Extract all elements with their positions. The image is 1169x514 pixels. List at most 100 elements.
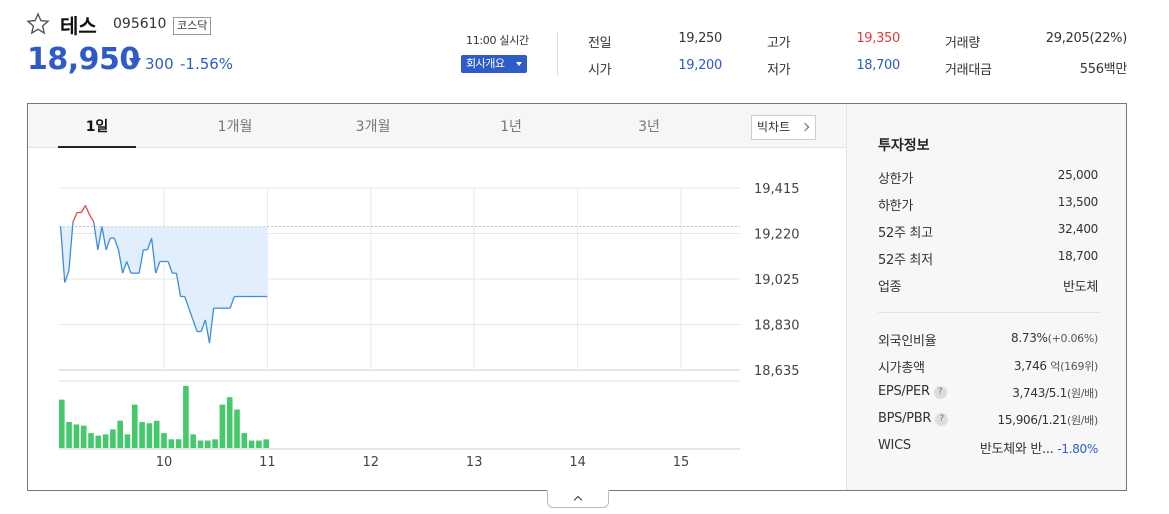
x-tick-label: 13 (466, 455, 483, 470)
y-tick-label: 19,025 (754, 273, 800, 288)
volume-bar (212, 439, 218, 448)
stock-name: 테스 (60, 14, 97, 38)
eps-per-text: EPS/PER (878, 384, 930, 399)
price-change-percent: -1.56% (180, 55, 234, 73)
y-axis-labels: 19,415 19,220 19,025 18,830 18,635 (754, 182, 800, 379)
period-tabs: 1일 1개월 3개월 1년 3년 빅차트 (28, 104, 846, 148)
tab-1month[interactable]: 1개월 (196, 116, 274, 136)
52w-low-value: 18,700 (1057, 249, 1099, 263)
prev-close-label: 전일 (588, 36, 612, 51)
volume-bar (153, 420, 160, 448)
price-line-segment (72, 212, 78, 223)
industry-label: 업종 (878, 280, 902, 295)
volume-bar (234, 409, 240, 448)
volume-bar (241, 433, 248, 448)
help-icon[interactable]: ? (933, 386, 947, 399)
52w-high-label: 52주 최고 (878, 226, 933, 241)
low-value: 18,700 (856, 58, 900, 73)
y-tick-label: 18,635 (754, 364, 800, 379)
market-cap-number: 3,746 (1013, 359, 1047, 373)
x-tick-label: 10 (156, 455, 173, 470)
volume-bar (248, 440, 255, 448)
volume-bar (102, 434, 109, 448)
wics-value: 반도체와 반... -1.80% (980, 438, 1098, 457)
foreign-ratio-value: 8.73%(+0.06%) (1011, 331, 1098, 345)
price-change: 300 (145, 55, 174, 73)
foreign-ratio-label: 외국인비율 (878, 334, 937, 349)
y-tick-label: 19,220 (754, 228, 800, 243)
x-tick-label: 14 (569, 455, 586, 470)
market-badge: 코스닥 (173, 17, 212, 35)
volume-bar (66, 421, 72, 448)
volume-bar (110, 429, 116, 448)
investment-info-title: 투자정보 (878, 138, 930, 154)
volume-bar (175, 439, 182, 448)
volume-bar (205, 440, 211, 448)
industry-value: 반도체 (1063, 280, 1098, 295)
bps-pbr-unit: (원/배) (1066, 414, 1098, 427)
star-icon[interactable] (26, 12, 50, 36)
big-chart-label: 빅차트 (757, 120, 791, 134)
bps-pbr-value: 15,906/1.21(원/배) (998, 412, 1099, 428)
caret-down-icon (516, 62, 522, 66)
down-arrow-icon (129, 58, 141, 68)
wics-label: WICS (878, 438, 911, 453)
volume-bar (219, 404, 226, 448)
high-label: 고가 (767, 36, 791, 51)
volume-bar (256, 440, 262, 448)
volume-bar (168, 439, 175, 448)
big-chart-button[interactable]: 빅차트 (751, 115, 816, 140)
volume-bar (95, 435, 102, 448)
tab-3year[interactable]: 3년 (610, 116, 688, 136)
chevron-up-icon (573, 495, 583, 505)
amount-label: 거래대금 (945, 63, 992, 78)
chart-panel: 1일 1개월 3개월 1년 3년 빅차트 19,415 19,220 19,025 1… (27, 103, 1127, 491)
wics-sector[interactable]: 반도체와 반... (980, 442, 1054, 457)
open-label: 시가 (588, 63, 612, 78)
tab-1year[interactable]: 1년 (472, 116, 550, 136)
foreign-ratio-number: 8.73% (1011, 331, 1048, 345)
52w-high-value: 32,400 (1057, 222, 1099, 236)
collapse-button[interactable] (547, 490, 609, 508)
company-overview-button[interactable]: 회사개요 (461, 55, 527, 73)
price-chart[interactable]: 19,41519,22019,02518,83018,635 10 11 12 13 1… (28, 148, 846, 490)
market-cap-value: 3,746 억(169위) (1014, 358, 1098, 374)
amount-value: 556백만 (1079, 62, 1128, 77)
x-tick-label: 12 (363, 455, 380, 470)
upper-limit-label: 상한가 (878, 172, 913, 187)
volume-label: 거래량 (945, 36, 980, 51)
help-icon[interactable]: ? (935, 413, 949, 426)
price-line-segment (88, 214, 95, 223)
volume-bar (124, 434, 131, 448)
eps-per-number: 3,743/5.1 (1012, 386, 1067, 400)
volume-bar (139, 421, 145, 448)
52w-low-label: 52주 최저 (878, 253, 933, 268)
x-tick-label: 15 (673, 455, 690, 470)
volume-bar (161, 433, 167, 448)
eps-per-unit: (원/배) (1066, 387, 1098, 400)
tab-3month[interactable]: 3개월 (334, 116, 412, 136)
volume-value: 29,205(22%) (1045, 31, 1128, 46)
lower-limit-value: 13,500 (1057, 195, 1099, 209)
volume-bar (73, 424, 80, 448)
high-value: 19,350 (856, 31, 900, 46)
volume-bar (132, 404, 138, 448)
market-cap-label: 시가총액 (878, 361, 925, 376)
divider (557, 32, 558, 76)
realtime-label: 11:00 실시간 (466, 34, 529, 47)
eps-per-value: 3,743/5.1(원/배) (1012, 385, 1098, 401)
chevron-right-icon (800, 122, 810, 132)
tab-1day[interactable]: 1일 (58, 116, 136, 136)
stock-code: 095610 (113, 16, 167, 32)
volume-bar (263, 439, 269, 448)
volume-bar (88, 433, 94, 448)
price-line-segment (80, 205, 86, 213)
y-tick-label: 18,830 (754, 319, 800, 334)
investment-info-panel: 투자정보 상한가 25,000 하한가 13,500 52주 최고 32,400… (846, 104, 1126, 490)
bps-pbr-label: BPS/PBR? (878, 411, 949, 426)
volume-bar (146, 423, 153, 448)
volume-bar (183, 386, 189, 448)
market-cap-rank: 억(169위) (1050, 360, 1098, 373)
open-value: 19,200 (678, 58, 722, 73)
low-label: 저가 (767, 63, 791, 78)
